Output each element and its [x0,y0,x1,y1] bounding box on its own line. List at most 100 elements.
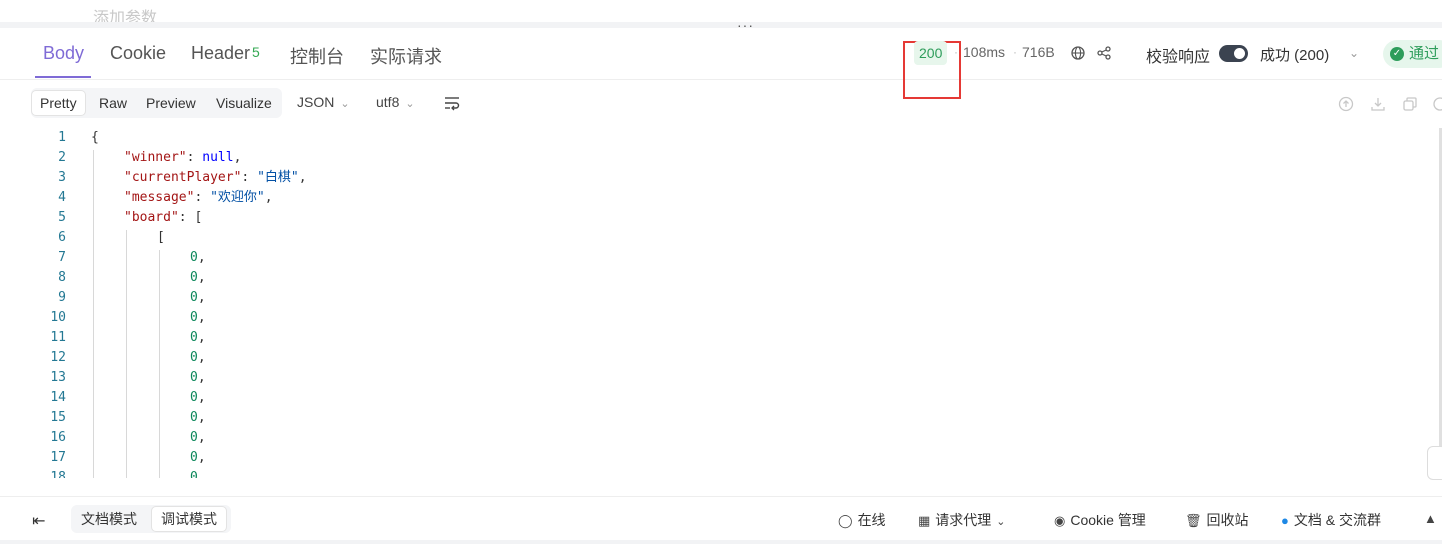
code-line: 4 "message": "欢迎你", [0,188,1440,208]
line-number: 18 [50,470,66,478]
line-number: 11 [50,330,66,345]
encoding-dropdown-value: utf8 [376,94,400,110]
response-code-editor[interactable]: 1{ 2 "winner": null, 3 "currentPlayer": "白… [0,128,1442,478]
line-number: 7 [58,250,66,265]
format-dropdown-value: JSON [297,94,335,110]
request-proxy-menu[interactable]: ▦ 请求代理 ⌄ [918,510,1011,530]
json-number: 0 [190,390,198,405]
json-number: 0 [190,270,198,285]
code-line: 14 0, [0,388,1440,408]
docs-community-button[interactable]: ● 文档 & 交流群 [1281,510,1381,530]
code-text: "message": "欢迎你", [124,190,273,205]
active-tab-indicator [35,76,91,78]
code-line: 3 "currentPlayer": "白棋", [0,168,1440,188]
globe-icon[interactable] [1070,45,1086,61]
tab-cookie[interactable]: Cookie [110,43,166,64]
view-pretty-button[interactable]: Pretty [32,91,85,115]
header-count-badge: 5 [252,44,260,60]
code-line: 10 0, [0,308,1440,328]
code-line: 12 0, [0,348,1440,368]
verify-result-select[interactable]: 成功 (200) [1260,44,1329,65]
code-line: 13 0, [0,368,1440,388]
pass-badge[interactable]: ✓ 通过 [1383,40,1442,68]
response-time[interactable]: 108ms [963,44,1005,60]
code-text: { [91,128,99,148]
json-number: 0 [190,470,198,478]
proxy-label: 请求代理 [935,512,992,528]
view-preview-button[interactable]: Preview [138,91,204,115]
code-text: 0, [190,310,206,325]
doc-mode-button[interactable]: 文档模式 [72,507,146,531]
side-panel-toggle-icon[interactable] [1427,446,1442,480]
view-mode-switcher: Pretty Raw Preview Visualize [31,88,282,118]
code-text: "currentPlayer": "白棋", [124,170,307,185]
format-dropdown[interactable]: JSON ⌄ [297,94,350,110]
tab-console[interactable]: 控制台 [290,43,344,69]
network-icon: ▦ [918,513,931,528]
download-icon[interactable] [1370,96,1386,112]
view-visualize-button[interactable]: Visualize [208,91,280,115]
chevron-down-icon: ⌄ [405,98,415,110]
trash-label: 回收站 [1206,512,1249,528]
copy-icon[interactable] [1402,96,1418,112]
online-status[interactable]: ◯ 在线 [838,510,886,530]
debug-mode-button[interactable]: 调试模式 [152,507,226,531]
line-number: 1 [58,130,66,145]
encoding-dropdown[interactable]: utf8 ⌄ [376,94,415,110]
code-text: 0, [190,370,206,385]
code-text: 0, [190,468,206,478]
tab-actual-request[interactable]: 实际请求 [370,43,442,69]
bracket-open: [ [157,230,165,245]
line-number: 5 [58,210,66,225]
upload-icon[interactable] [1338,96,1354,112]
code-line: 16 0, [0,428,1440,448]
verify-response-label: 校验响应 [1146,49,1211,66]
code-text: "winner": null, [124,150,242,165]
chevron-down-icon: ⌄ [996,516,1006,528]
line-number: 10 [50,310,66,325]
json-number: 0 [190,410,198,425]
json-number: 0 [190,310,198,325]
line-number: 3 [58,170,66,185]
view-raw-button[interactable]: Raw [91,91,135,115]
code-text: 0, [190,290,206,305]
search-icon[interactable] [1432,96,1442,112]
bottom-border [0,540,1442,544]
recycle-bin-button[interactable]: 🗑 回收站 [1185,510,1249,530]
verify-response-toggle[interactable] [1219,45,1248,62]
share-icon[interactable] [1096,45,1112,61]
json-number: 0 [190,370,198,385]
json-value: "白棋" [257,170,299,185]
code-text: "board": [ [124,210,203,225]
response-size[interactable]: 716B [1022,44,1055,60]
code-text: 0, [190,390,206,405]
separator-dot: · [1013,45,1017,59]
code-line: 5 "board": [ [0,208,1440,228]
line-number: 9 [58,290,66,305]
code-line: 1{ [0,128,1440,148]
status-code-badge[interactable]: 200 [914,41,948,65]
docs-label: 文档 & 交流群 [1293,512,1381,528]
json-number: 0 [190,450,198,465]
check-circle-icon: ✓ [1390,47,1404,61]
word-wrap-icon[interactable] [443,95,461,111]
json-number: 0 [190,330,198,345]
code-text: 0, [190,410,206,425]
pass-label: 通过 [1409,45,1440,62]
separator-dot: · [954,45,958,59]
line-number: 15 [50,410,66,425]
indent-guide [126,230,127,478]
trash-icon: 🗑 [1185,513,1202,528]
chevron-down-icon[interactable]: ⌄ [1349,46,1359,60]
tab-body[interactable]: Body [43,43,84,64]
line-number: 17 [50,450,66,465]
code-line: 17 0, [0,448,1440,468]
cookie-manager-button[interactable]: ◉ Cookie 管理 [1054,510,1146,530]
tab-header[interactable]: Header 5 [191,43,260,64]
json-value: null [202,150,234,165]
line-number: 8 [58,270,66,285]
upgrade-icon[interactable]: ▲ [1424,510,1442,526]
collapse-sidebar-icon[interactable]: ⇤ [32,511,45,531]
line-number: 13 [50,370,66,385]
json-number: 0 [190,430,198,445]
